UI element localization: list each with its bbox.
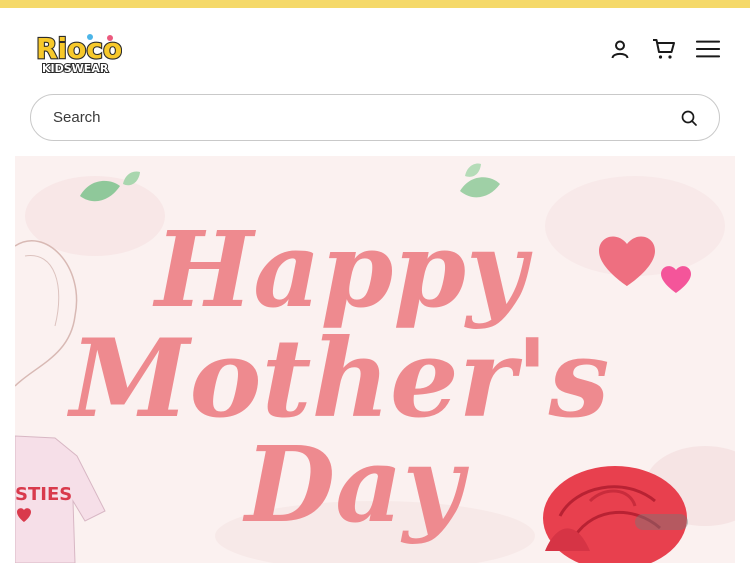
brand-logo[interactable]: Rioco KIDSWEAR	[32, 26, 123, 78]
search-bar	[30, 94, 720, 141]
site-header: Rioco KIDSWEAR	[0, 8, 750, 88]
header-actions	[608, 36, 720, 62]
announcement-bar	[0, 0, 750, 8]
headline-line-1: Happy	[152, 208, 533, 331]
account-icon[interactable]	[608, 37, 632, 61]
search-icon[interactable]	[679, 108, 699, 128]
hero-banner[interactable]: STIES Happy Mother's Day	[15, 156, 735, 563]
search-input[interactable]	[32, 96, 662, 139]
cart-icon[interactable]	[652, 37, 676, 61]
tshirt-print: STIES	[15, 484, 72, 505]
menu-icon[interactable]	[696, 37, 720, 61]
headline-line-3: Day	[242, 423, 470, 546]
slide-indicator[interactable]	[635, 514, 688, 530]
logo-tagline: KIDSWEAR	[42, 62, 109, 75]
